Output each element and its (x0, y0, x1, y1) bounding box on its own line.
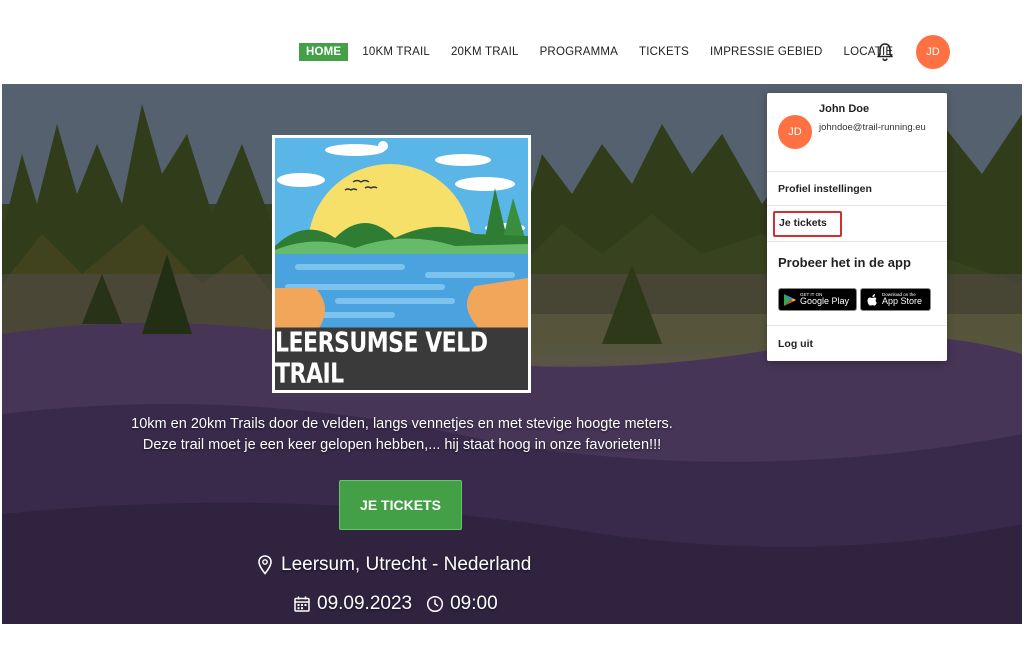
event-logo-title: LEERSUMSE VELD TRAIL (275, 327, 528, 390)
nav-item-20km-trail[interactable]: 20KM TRAIL (451, 46, 519, 58)
nav-item-10km-trail[interactable]: 10KM TRAIL (362, 46, 430, 58)
event-description: 10km en 20km Trails door de velden, lang… (92, 414, 712, 456)
menu-item-my-tickets[interactable]: Je tickets (767, 206, 947, 242)
event-description-line-2: Deze trail moet je een keer gelopen hebb… (142, 437, 662, 453)
event-location: Leersum, Utrecht - Nederland (257, 554, 531, 576)
main-nav: HOME 10KM TRAIL 20KM TRAIL PROGRAMMA TIC… (299, 42, 914, 62)
user-dropdown-menu: JD John Doe johndoe@trail-running.eu Pro… (767, 93, 947, 361)
nav-item-tickets[interactable]: TICKETS (639, 46, 689, 58)
dropdown-user-info: JD John Doe johndoe@trail-running.eu (767, 93, 947, 172)
menu-item-my-tickets-highlight[interactable]: Je tickets (773, 211, 842, 237)
dropdown-user-name: John Doe (819, 103, 870, 115)
event-time: 09:00 (450, 593, 498, 614)
dropdown-user-email: johndoe@trail-running.eu (819, 122, 926, 133)
google-play-badge[interactable]: GET IT ON Google Play (778, 288, 857, 311)
menu-item-profile-settings[interactable]: Profiel instellingen (767, 172, 947, 206)
app-store-big-text: App Store (882, 296, 923, 307)
event-description-line-1: 10km en 20km Trails door de velden, lang… (131, 416, 673, 432)
event-logo: LEERSUMSE VELD TRAIL (272, 135, 531, 393)
app-store-badge[interactable]: Download on the App Store (860, 288, 931, 311)
tickets-cta-button[interactable]: JE TICKETS (339, 480, 462, 530)
event-location-text: Leersum, Utrecht - Nederland (281, 554, 532, 575)
user-avatar[interactable]: JD (916, 35, 950, 69)
nav-item-programma[interactable]: PROGRAMMA (540, 46, 618, 58)
event-date: 09.09.2023 (317, 593, 413, 614)
page: HOME 10KM TRAIL 20KM TRAIL PROGRAMMA TIC… (0, 0, 1024, 651)
top-navigation-bar: HOME 10KM TRAIL 20KM TRAIL PROGRAMMA TIC… (0, 0, 1024, 84)
apple-icon (867, 293, 877, 306)
google-play-icon (784, 293, 796, 306)
clock-icon (427, 595, 444, 613)
dropdown-avatar: JD (778, 115, 812, 149)
nav-item-home[interactable]: HOME (299, 43, 349, 61)
app-promo-section: Probeer het in de app GET IT ON Google P… (767, 242, 947, 326)
menu-item-logout[interactable]: Log uit (767, 326, 947, 361)
location-pin-icon (258, 555, 272, 575)
app-promo-title: Probeer het in de app (778, 255, 911, 270)
nav-item-impressie-gebied[interactable]: IMPRESSIE GEBIED (710, 46, 822, 58)
calendar-icon (294, 596, 310, 612)
bell-icon[interactable] (874, 41, 896, 63)
google-play-big-text: Google Play (800, 296, 850, 307)
event-datetime: 09.09.2023 09:00 (293, 593, 498, 615)
